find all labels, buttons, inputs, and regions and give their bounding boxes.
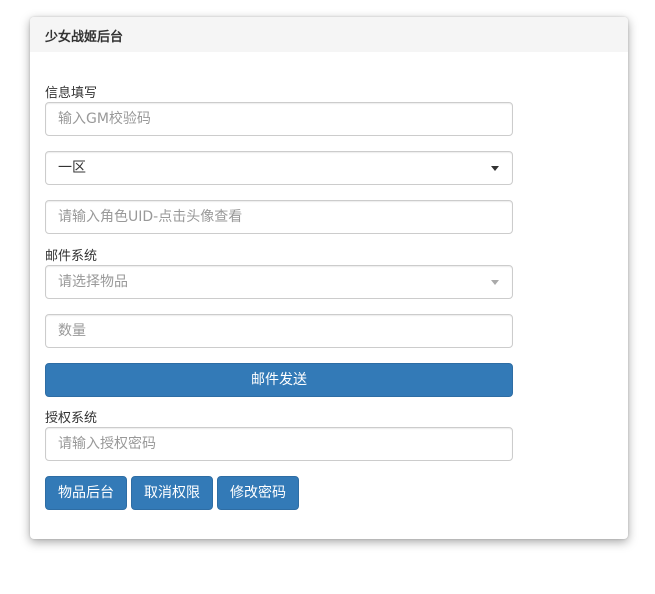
mail-section-label: 邮件系统 [45, 249, 98, 264]
quantity-input[interactable] [45, 314, 513, 348]
admin-panel: 少女战姬后台 信息填写 一区 邮件系统 请选择物品 邮件发送 授权系统 物品后台… [30, 17, 628, 539]
item-select[interactable]: 请选择物品 [45, 265, 513, 299]
chevron-down-icon [491, 166, 499, 171]
auth-password-input[interactable] [45, 427, 513, 461]
send-mail-button[interactable]: 邮件发送 [45, 363, 513, 397]
change-password-button[interactable]: 修改密码 [217, 476, 299, 510]
item-backend-button[interactable]: 物品后台 [45, 476, 127, 510]
cancel-permission-button[interactable]: 取消权限 [131, 476, 213, 510]
gm-code-input[interactable] [45, 102, 513, 136]
chevron-down-icon [491, 280, 499, 285]
info-section-label: 信息填写 [45, 86, 98, 101]
role-uid-input[interactable] [45, 200, 513, 234]
auth-section-label: 授权系统 [45, 411, 98, 426]
server-select-value: 一区 [58, 160, 86, 176]
item-select-placeholder: 请选择物品 [58, 274, 128, 290]
panel-title: 少女战姬后台 [30, 17, 628, 52]
server-select[interactable]: 一区 [45, 151, 513, 185]
